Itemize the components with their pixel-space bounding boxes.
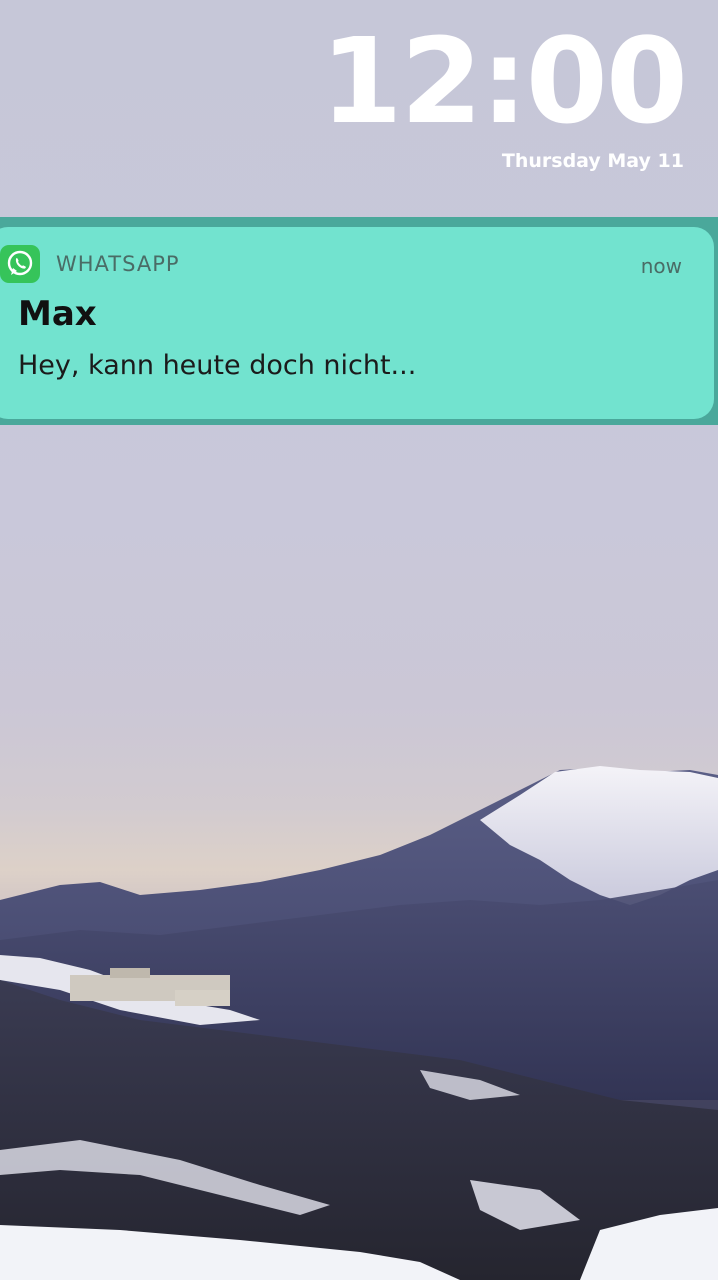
notification-app-name: WHATSAPP [56,252,180,276]
lock-screen-date: Thursday May 11 [501,150,684,172]
lock-screen-clock: 12:00 [320,12,688,150]
mountain-landscape-image [0,766,718,1280]
notification-timestamp: now [640,254,682,278]
notification-sender: Max [18,294,97,334]
whatsapp-icon [0,245,40,283]
notification-message-preview: Hey, kann heute doch nicht... [18,350,417,381]
